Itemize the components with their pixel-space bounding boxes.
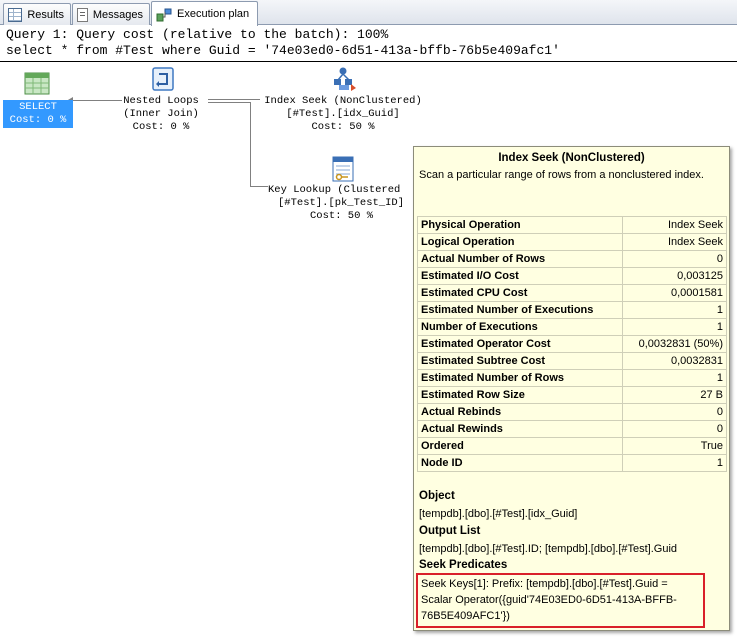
connector-lookup-h [250,186,268,187]
nested-loops-label: Nested Loops (Inner Join) Cost: 0 % [108,95,214,134]
tab-results[interactable]: Results [3,3,71,25]
property-value: 0,0032831 [621,352,728,370]
key-lookup-label: Key Lookup (Clustered [#Test].[pk_Test_ID… [268,184,418,223]
property-row: Estimated Number of Executions 1 [417,301,728,319]
property-row: Actual Number of Rows 0 [417,250,728,268]
seek-predicates-line1: Seek Keys[1]: Prefix: [tempdb].[dbo].[#T… [421,578,668,590]
property-row: Actual Rebinds 0 [417,403,728,421]
seek-predicates-line3: 76B5E409AFC1'}) [421,610,510,622]
property-name: Actual Rebinds [417,403,623,421]
property-name: Estimated Operator Cost [417,335,623,353]
query-header: Query 1: Query cost (relative to the bat… [0,26,737,62]
property-value: 0,003125 [621,267,728,285]
property-row: Actual Rewinds 0 [417,420,728,438]
nested-loops-cost: Cost: 0 % [132,121,190,133]
query-text-line: select * from #Test where Guid = '74e03e… [6,43,560,58]
property-name: Estimated Number of Executions [417,301,623,319]
property-value: 1 [621,318,728,336]
operator-tooltip: Index Seek (NonClustered) Scan a particu… [413,146,730,631]
property-row: Estimated Subtree Cost 0,0032831 [417,352,728,370]
property-name: Estimated Row Size [417,386,623,404]
property-value: True [621,437,728,455]
property-name: Physical Operation [417,216,623,234]
index-seek-object: [#Test].[idx_Guid] [286,108,400,120]
messages-icon [77,7,88,22]
tooltip-description: Scan a particular range of rows from a n… [419,169,704,181]
tab-results-label: Results [27,8,64,21]
execution-plan-icon [156,7,172,22]
tab-execution-plan-label: Execution plan [177,8,250,20]
key-lookup-icon [332,156,354,182]
index-seek-icon [334,67,356,91]
index-seek-title: Index Seek (NonClustered) [264,95,422,107]
tab-messages-label: Messages [92,8,143,21]
property-value: Index Seek [621,233,728,251]
property-row: Estimated CPU Cost 0,0001581 [417,284,728,302]
select-icon [24,72,50,95]
tooltip-title: Index Seek (NonClustered) [498,152,645,164]
property-row: Number of Executions 1 [417,318,728,336]
object-label: Object [419,490,455,502]
tab-messages[interactable]: Messages [72,3,150,25]
property-value: 1 [621,454,728,472]
property-name: Actual Number of Rows [417,250,623,268]
nested-loops-icon [152,67,174,91]
select-node-label: SELECT Cost: 0 % [3,100,73,128]
key-lookup-title: Key Lookup (Clustered [268,184,401,196]
select-title: SELECT [19,101,57,113]
tab-strip: Results Messages Execution plan [0,0,737,26]
select-cost: Cost: 0 % [9,114,67,126]
results-grid-icon [8,7,23,22]
property-row: Estimated I/O Cost 0,003125 [417,267,728,285]
property-name: Estimated CPU Cost [417,284,623,302]
property-value: 0,0001581 [621,284,728,302]
property-name: Estimated Number of Rows [417,369,623,387]
seek-predicates-line2: Scalar Operator({guid'74E03ED0-6D51-413A… [421,594,677,606]
query-cost-line: Query 1: Query cost (relative to the bat… [6,27,389,42]
property-name: Node ID [417,454,623,472]
seek-predicates-label: Seek Predicates [419,559,508,571]
property-row: Estimated Operator Cost 0,0032831 (50%) [417,335,728,353]
property-value: 27 B [621,386,728,404]
property-name: Number of Executions [417,318,623,336]
property-name: Actual Rewinds [417,420,623,438]
key-lookup-cost: Cost: 50 % [310,210,374,222]
connector-nested-lookup-h [208,102,250,103]
connector-nested-seek [208,99,260,100]
property-value: 1 [621,301,728,319]
property-value: 0 [621,403,728,421]
property-value: 0,0032831 (50%) [621,335,728,353]
property-name: Estimated Subtree Cost [417,352,623,370]
output-list-value: [tempdb].[dbo].[#Test].ID; [tempdb].[dbo… [419,543,678,555]
index-seek-cost: Cost: 50 % [311,121,375,133]
nested-loops-title: Nested Loops [123,95,199,107]
connector-nested-lookup-v [250,102,251,187]
property-row: Logical Operation Index Seek [417,233,728,251]
property-name: Logical Operation [417,233,623,251]
property-row: Physical Operation Index Seek [417,216,728,234]
property-row: Estimated Number of Rows 1 [417,369,728,387]
property-value: 0 [621,420,728,438]
key-lookup-object: [#Test].[pk_Test_ID] [278,197,405,209]
seek-predicates-highlight: Seek Keys[1]: Prefix: [tempdb].[dbo].[#T… [416,573,705,628]
tab-execution-plan[interactable]: Execution plan [151,1,258,26]
tooltip-properties-table: Physical Operation Index Seek Logical Oper… [417,216,728,472]
nested-loops-subtitle: (Inner Join) [123,108,199,120]
property-row: Estimated Row Size 27 B [417,386,728,404]
object-value: [tempdb].[dbo].[#Test].[idx_Guid] [419,508,578,520]
property-name: Ordered [417,437,623,455]
property-name: Estimated I/O Cost [417,267,623,285]
property-row: Node ID 1 [417,454,728,472]
property-value: 0 [621,250,728,268]
property-value: 1 [621,369,728,387]
output-list-label: Output List [419,525,481,537]
property-value: Index Seek [621,216,728,234]
property-row: Ordered True [417,437,728,455]
index-seek-label: Index Seek (NonClustered) [#Test].[idx_Gu… [255,95,431,134]
